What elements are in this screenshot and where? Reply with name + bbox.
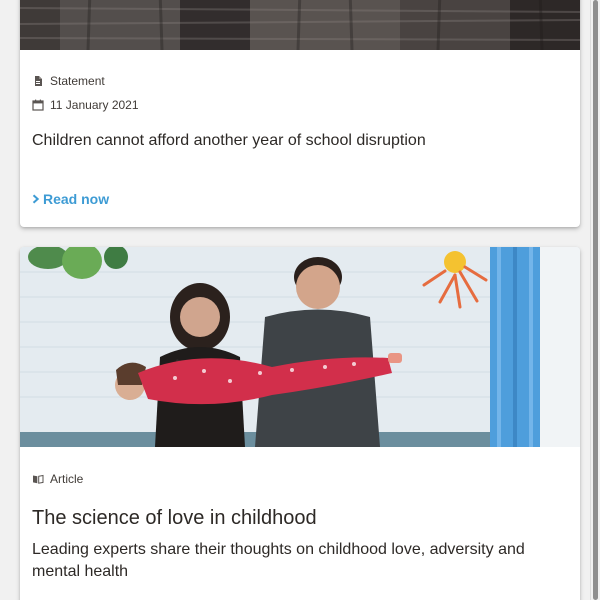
content-type-row: Statement [32,74,105,88]
article-photo[interactable] [20,247,580,447]
scrollbar-thumb[interactable] [593,0,598,600]
statement-photo[interactable] [20,0,580,50]
card-description: Leading experts share their thoughts on … [32,541,525,580]
card-title[interactable]: Children cannot afford another year of s… [32,131,562,151]
vertical-scrollbar[interactable] [590,0,600,600]
date-row: 11 January 2021 [32,98,139,112]
read-now-link[interactable]: Read now [32,191,109,207]
content-type-label: Statement [50,74,105,88]
content-feed: Statement 11 January 2021 Children canno… [0,0,600,600]
family-photo-image [20,247,580,447]
publish-date: 11 January 2021 [50,98,139,112]
content-type-label: Article [50,472,84,486]
statement-photo-image [20,0,580,50]
statement-card[interactable]: Statement 11 January 2021 Children canno… [20,0,580,227]
calendar-icon [32,99,44,111]
chevron-right-icon [32,194,40,204]
article-card[interactable]: Article The science of love in childhood… [20,247,580,600]
card-title[interactable]: The science of love in childhood [32,505,562,531]
book-icon [32,473,44,485]
curtain-decoration [490,247,580,447]
read-now-label: Read now [43,191,110,207]
document-icon [32,75,44,87]
content-type-row: Article [32,472,83,486]
